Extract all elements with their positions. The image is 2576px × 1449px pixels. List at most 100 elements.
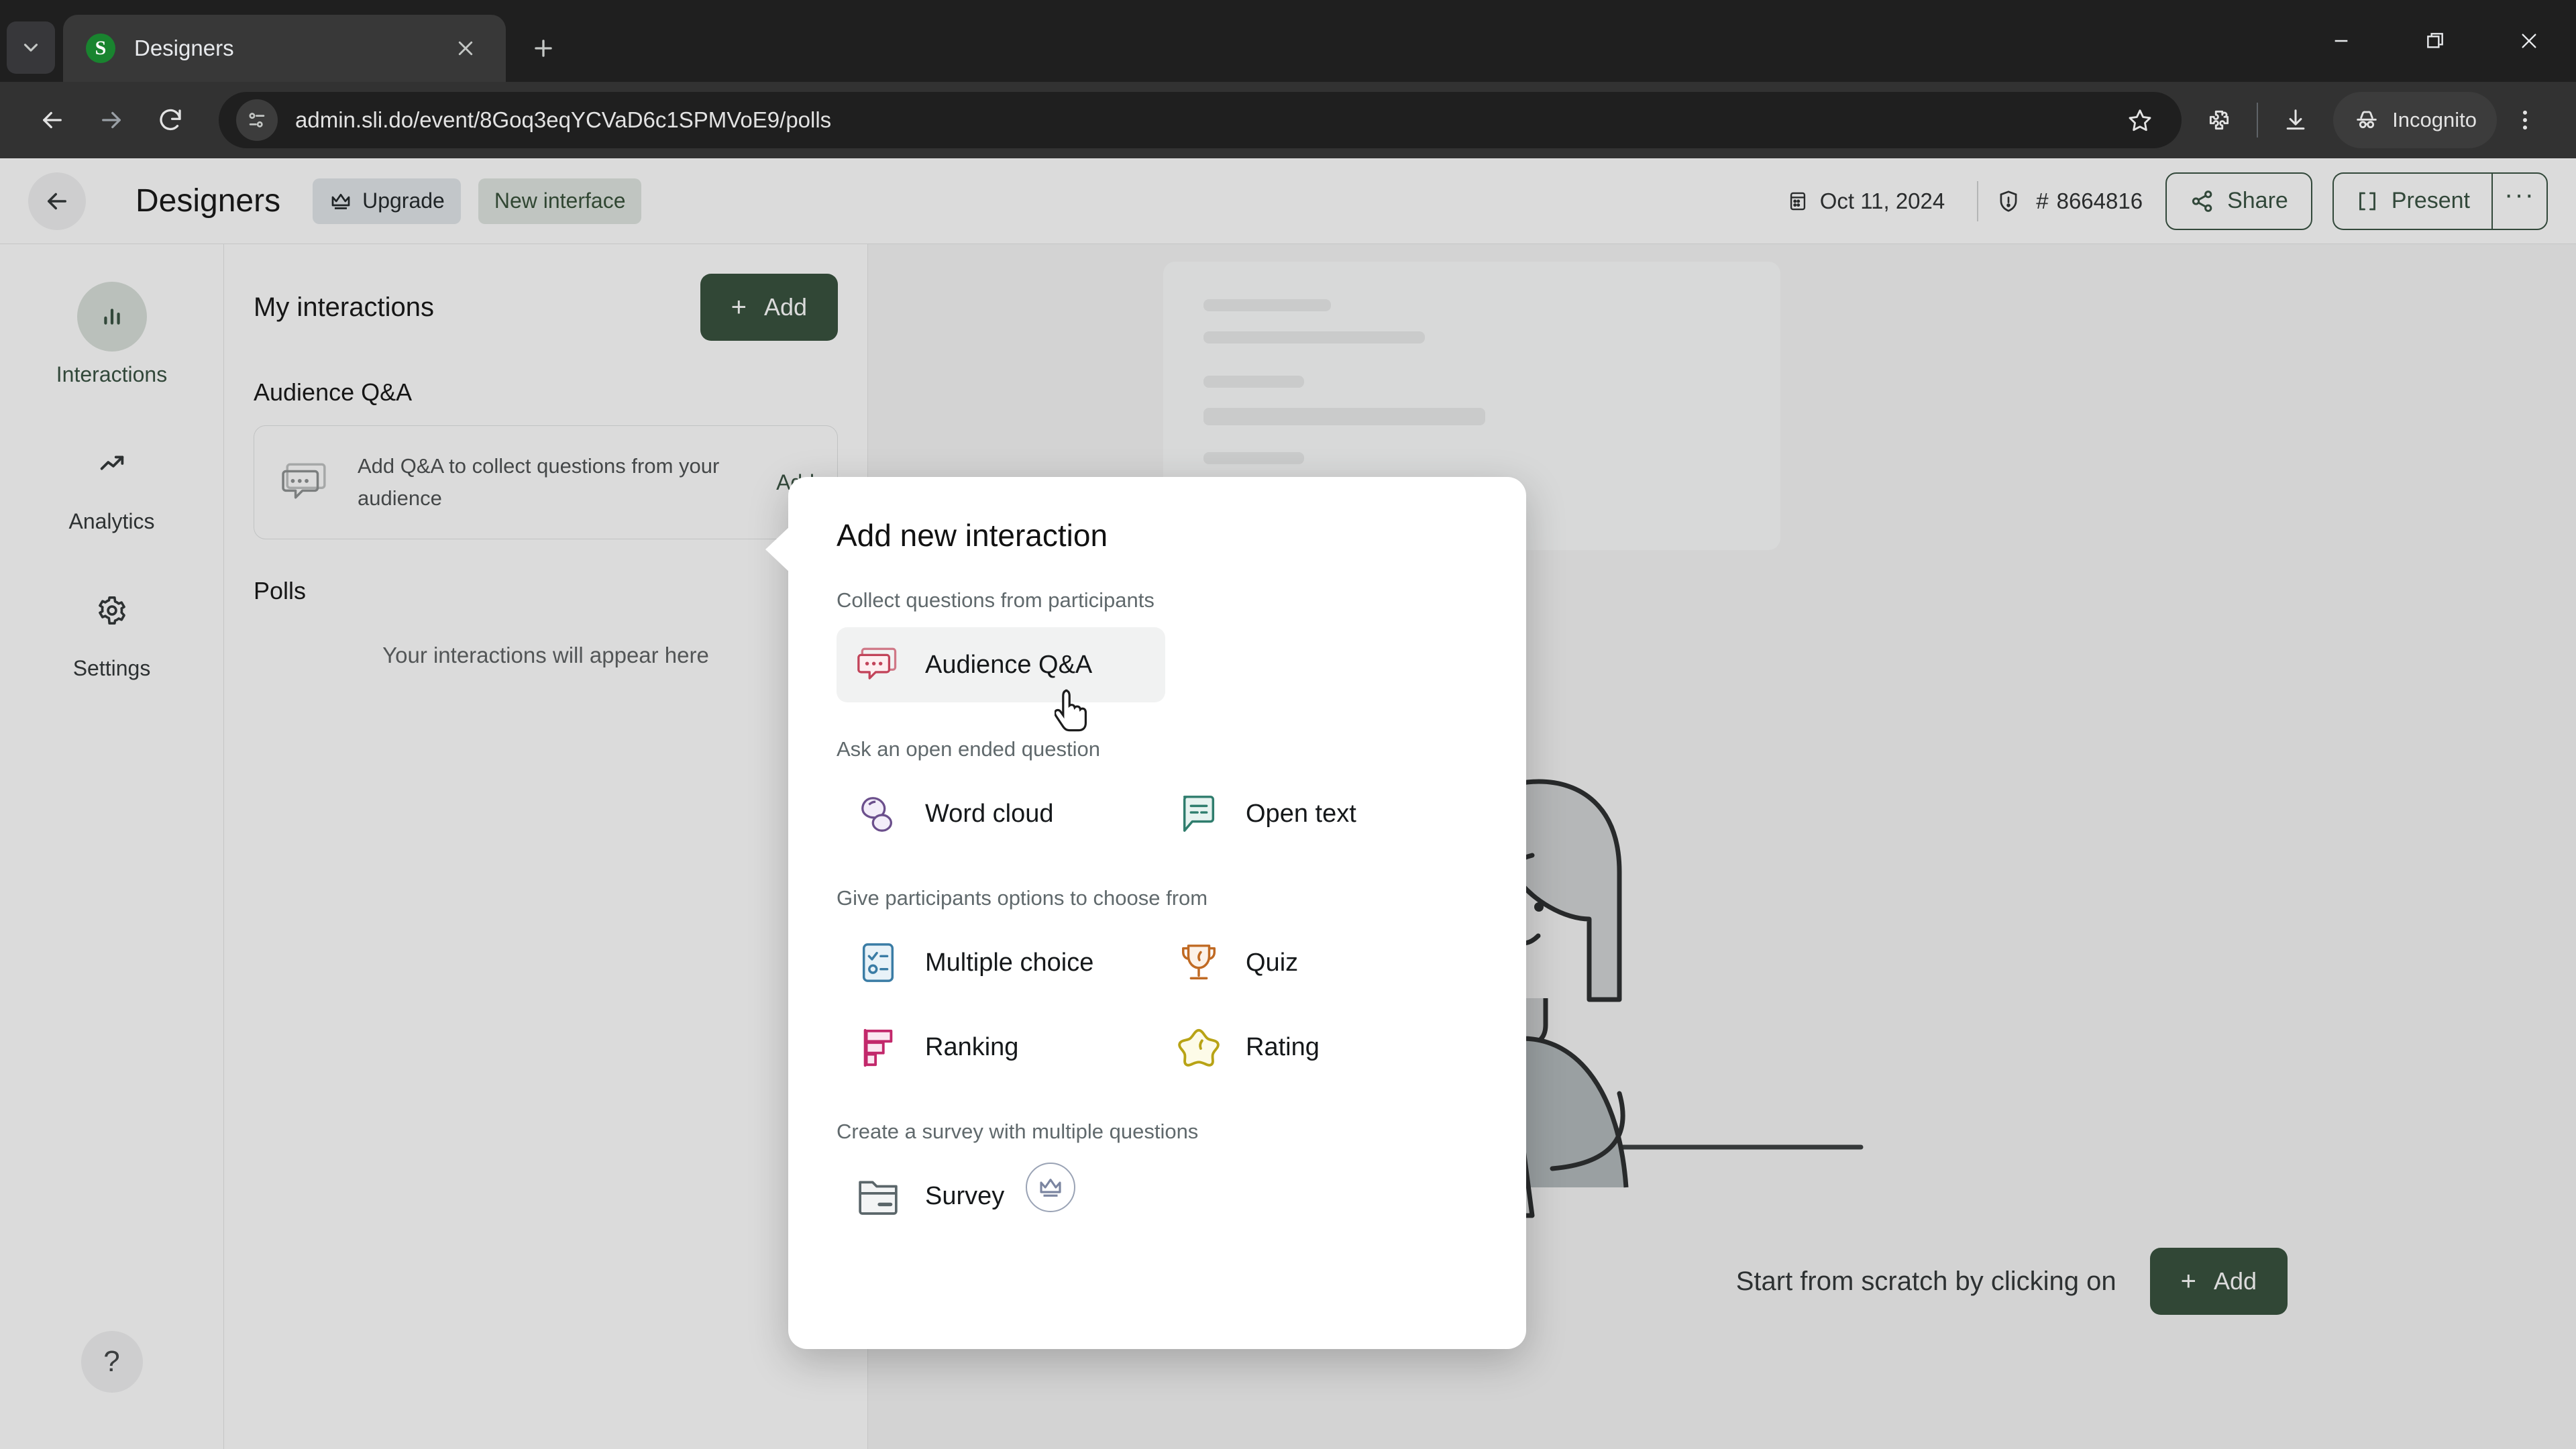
- option-quiz[interactable]: Quiz: [1157, 925, 1478, 1000]
- mouse-cursor-pointer: [1055, 689, 1087, 732]
- shield-alert-icon: [2000, 190, 2017, 212]
- popover-group-label: Give participants options to choose from: [837, 886, 1208, 910]
- tab-search-button[interactable]: [7, 21, 55, 74]
- audience-qa-card[interactable]: Add Q&A to collect questions from your a…: [254, 425, 838, 540]
- sidebar-item-label: Analytics: [68, 509, 155, 533]
- sidebar-item-interactions[interactable]: Interactions: [0, 282, 223, 387]
- sidebar-item-label: Interactions: [56, 362, 168, 386]
- analytics-icon-wrap: [77, 429, 147, 498]
- start-from-scratch-text: Start from scratch by clicking on: [1735, 1266, 2116, 1296]
- event-code-value: 8664816: [2056, 188, 2143, 213]
- option-label: Multiple choice: [925, 948, 1094, 977]
- option-ranking[interactable]: Ranking: [837, 1010, 1157, 1085]
- tab-close-button[interactable]: [448, 31, 483, 66]
- incognito-hat-icon: [2357, 111, 2377, 129]
- left-rail-nav: Interactions Analytics Settings ?: [0, 244, 224, 1449]
- browser-toolbar: admin.sli.do/event/8Goq3eqYCVaD6c1SPMVoE…: [0, 82, 2576, 158]
- plus-icon: [535, 40, 552, 57]
- fullscreen-brackets-icon: [2359, 192, 2375, 210]
- option-audience-qa[interactable]: Audience Q&A: [837, 627, 1165, 702]
- minimize-button[interactable]: [2294, 0, 2388, 82]
- popover-option-row: Word cloud Open text: [837, 767, 1478, 851]
- close-window-button[interactable]: [2482, 0, 2576, 82]
- event-date-text: Oct 11, 2024: [1819, 188, 1945, 213]
- share-button[interactable]: Share: [2165, 172, 2312, 230]
- window-close-icon: [2522, 34, 2536, 48]
- new-interface-badge[interactable]: New interface: [478, 178, 642, 224]
- option-icon-wrap: [1175, 790, 1223, 838]
- option-survey[interactable]: Survey: [837, 1159, 1011, 1234]
- restore-icon: [2427, 33, 2443, 48]
- address-bar[interactable]: admin.sli.do/event/8Goq3eqYCVaD6c1SPMVoE…: [219, 92, 2182, 148]
- present-more-button[interactable]: ···: [2491, 172, 2548, 230]
- profile-label: Incognito: [2392, 108, 2477, 131]
- option-open-text[interactable]: Open text: [1157, 776, 1478, 851]
- bar-chart-icon: [103, 309, 120, 325]
- profile-incognito-button[interactable]: Incognito: [2333, 92, 2497, 148]
- star-icon: [2129, 109, 2151, 131]
- audience-qa-section-title: Audience Q&A: [254, 378, 413, 406]
- downloads-button[interactable]: [2267, 92, 2324, 148]
- event-code-prefix: #: [2036, 188, 2049, 213]
- option-icon-wrap: [1175, 938, 1223, 987]
- event-date[interactable]: Oct 11, 2024: [1786, 189, 1945, 214]
- app-back-button[interactable]: [28, 172, 86, 230]
- bookmark-button[interactable]: [2116, 96, 2164, 144]
- premium-crown-badge[interactable]: [1026, 1163, 1076, 1212]
- three-dot-menu-icon: [2522, 110, 2528, 130]
- popover-group-label: Ask an open ended question: [837, 737, 1100, 761]
- settings-icon-wrap: [77, 576, 147, 645]
- empty-state-text: Your interactions will appear here: [382, 643, 709, 668]
- app-header-actions: Oct 11, 2024 # 8664816 Share Present ···: [1786, 172, 2548, 230]
- option-icon-wrap: [854, 641, 902, 689]
- back-button[interactable]: [23, 91, 82, 150]
- chevron-down-icon: [23, 44, 38, 52]
- popover-option-row: Audience Q&A: [837, 618, 1478, 702]
- close-icon: [458, 41, 473, 56]
- ranking-bars-icon: [863, 1028, 893, 1067]
- option-icon-wrap: [854, 1172, 902, 1220]
- sidebar-item-analytics[interactable]: Analytics: [0, 429, 223, 534]
- sidebar-item-label: Settings: [72, 656, 151, 680]
- browser-tab[interactable]: S Designers: [63, 15, 506, 82]
- reload-icon: [160, 109, 181, 131]
- tab-strip: S Designers: [0, 0, 2576, 82]
- canvas-add-button[interactable]: + Add: [2149, 1248, 2288, 1315]
- present-button[interactable]: Present: [2332, 172, 2491, 230]
- crown-icon: [331, 193, 350, 209]
- option-rating[interactable]: Rating: [1157, 1010, 1478, 1085]
- start-from-scratch-hint: Start from scratch by clicking on + Add: [1736, 1248, 2288, 1315]
- upgrade-button[interactable]: Upgrade: [313, 178, 461, 224]
- option-label: Quiz: [1246, 948, 1299, 977]
- upgrade-label: Upgrade: [362, 189, 445, 213]
- my-interactions-heading: My interactions: [254, 292, 434, 322]
- option-label: Audience Q&A: [925, 650, 1093, 679]
- sidebar-item-settings[interactable]: Settings: [0, 576, 223, 681]
- qa-card-text: Add Q&A to collect questions from your a…: [358, 454, 720, 511]
- text-bubble-icon: [1183, 796, 1215, 832]
- new-tab-button[interactable]: [518, 23, 569, 74]
- option-word-cloud[interactable]: Word cloud: [837, 776, 1157, 851]
- site-info-button[interactable]: [236, 99, 278, 141]
- option-label: Survey: [925, 1181, 1005, 1210]
- back-arrow-icon: [48, 193, 66, 209]
- calendar-icon: [1790, 192, 1805, 210]
- forward-arrow-icon: [102, 111, 121, 129]
- forward-button[interactable]: [82, 91, 141, 150]
- help-button[interactable]: ?: [80, 1331, 143, 1393]
- share-label: Share: [2227, 188, 2288, 213]
- chrome-menu-button[interactable]: [2497, 92, 2553, 148]
- extensions-button[interactable]: [2191, 92, 2247, 148]
- option-label: Word cloud: [925, 799, 1054, 828]
- add-interaction-button[interactable]: + Add: [700, 274, 838, 341]
- event-code[interactable]: # 8664816: [1996, 189, 2143, 214]
- checklist-icon: [862, 943, 894, 982]
- canvas-add-label: Add: [2213, 1267, 2257, 1295]
- present-button-group: Present ···: [2332, 172, 2548, 230]
- header-divider: [1977, 180, 1979, 221]
- reload-button[interactable]: [141, 91, 200, 150]
- maximize-button[interactable]: [2388, 0, 2482, 82]
- popover-group-label: Collect questions from participants: [837, 588, 1155, 612]
- option-multiple-choice[interactable]: Multiple choice: [837, 925, 1157, 1000]
- popover-option-row: Multiple choice Quiz: [837, 916, 1478, 1000]
